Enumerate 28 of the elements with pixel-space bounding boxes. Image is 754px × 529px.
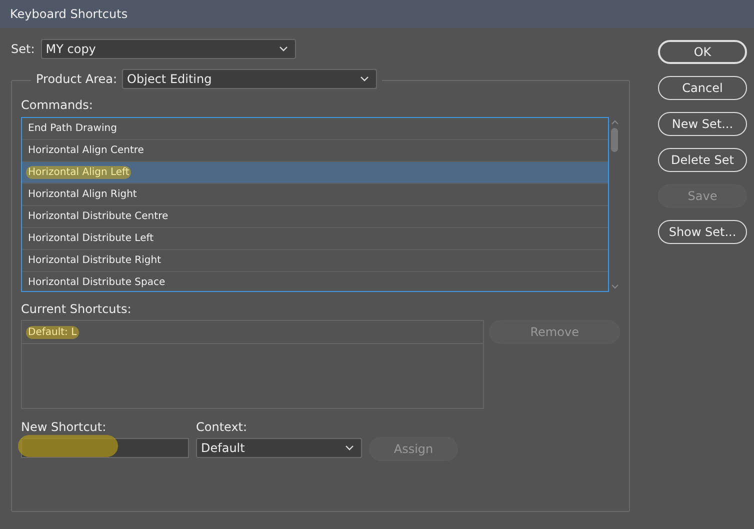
dialog-button[interactable]: Cancel [658, 76, 747, 100]
window-title: Keyboard Shortcuts [10, 7, 128, 21]
command-item[interactable]: Horizontal Distribute Right [22, 250, 608, 272]
current-shortcuts-label: Current Shortcuts: [21, 302, 132, 316]
set-dropdown[interactable]: MY copy [40, 39, 296, 59]
scroll-up-icon[interactable] [610, 120, 618, 125]
new-shortcut-field[interactable] [21, 438, 189, 458]
scroll-down-icon[interactable] [610, 284, 618, 289]
chevron-icon [278, 46, 288, 52]
dialog-button[interactable]: New Set... [658, 112, 747, 136]
context-label: Context: [196, 420, 248, 434]
context-dropdown[interactable]: Default [196, 438, 362, 458]
dialog-button[interactable]: Show Set... [658, 220, 747, 244]
dialog-button[interactable]: OK [658, 40, 747, 64]
chevron-icon [360, 76, 370, 82]
command-item[interactable]: Horizontal Distribute Left [22, 228, 608, 250]
commands-label: Commands: [21, 98, 94, 112]
chevron-icon [345, 445, 354, 451]
command-item[interactable]: Horizontal Distribute Space [22, 272, 608, 291]
product-area-label: Product Area: [36, 72, 118, 86]
product-area-dropdown[interactable]: Object Editing [122, 69, 378, 89]
scroll-thumb[interactable] [611, 128, 618, 152]
new-shortcut-label: New Shortcut: [21, 420, 108, 434]
dialog-button[interactable]: Delete Set [658, 148, 747, 172]
set-label: Set: [11, 42, 35, 56]
command-item[interactable]: Horizontal Align Right [22, 184, 608, 206]
command-item[interactable]: Horizontal Distribute Centre [22, 206, 608, 228]
command-item[interactable]: End Path Drawing [22, 118, 608, 140]
